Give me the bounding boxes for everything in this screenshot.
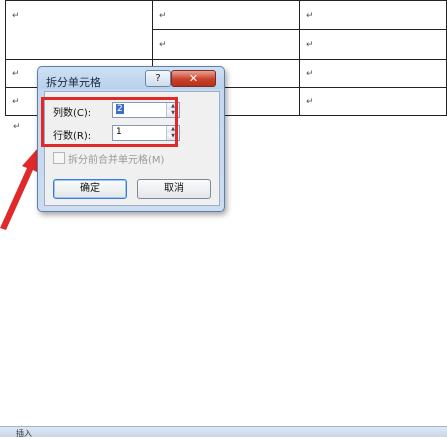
paragraph-mark: ↵	[12, 11, 20, 21]
status-tab-insert[interactable]: 插入	[16, 428, 32, 439]
table-cell[interactable]: ↵	[299, 29, 447, 60]
close-button[interactable]: ✕	[171, 70, 216, 87]
table-cell[interactable]: ↵	[152, 29, 300, 60]
paragraph-mark: ↵	[306, 11, 314, 21]
paragraph-mark: ↵	[159, 39, 167, 50]
paragraph-mark: ↵	[13, 122, 21, 132]
table-cell[interactable]: ↵	[5, 0, 153, 60]
table-cell[interactable]: ↵	[299, 87, 447, 116]
highlight-box	[41, 97, 178, 147]
table-cell[interactable]: ↵	[299, 59, 447, 88]
cancel-button[interactable]: 取消	[137, 179, 211, 199]
ok-button[interactable]: 确定	[53, 179, 127, 199]
dialog-title: 拆分单元格	[46, 76, 101, 89]
table-cell[interactable]: ↵	[299, 0, 447, 30]
paragraph-mark: ↵	[306, 68, 314, 79]
status-bar: 插入	[0, 426, 447, 439]
paragraph-mark: ↵	[306, 96, 314, 107]
merge-before-split-label: 拆分前合并单元格(M)	[68, 155, 165, 166]
paragraph-mark: ↵	[306, 39, 314, 50]
paragraph-mark: ↵	[159, 11, 167, 21]
paragraph-mark: ↵	[12, 96, 20, 107]
document-page: ↵ ↵ ↵ ↵ ↵ ↵ ↵ ↵ ↵ ↵	[0, 0, 447, 426]
paragraph-mark: ↵	[12, 68, 20, 79]
table-cell[interactable]: ↵	[152, 0, 300, 30]
merge-before-split-checkbox[interactable]	[53, 152, 65, 164]
help-button[interactable]: ?	[145, 70, 171, 87]
